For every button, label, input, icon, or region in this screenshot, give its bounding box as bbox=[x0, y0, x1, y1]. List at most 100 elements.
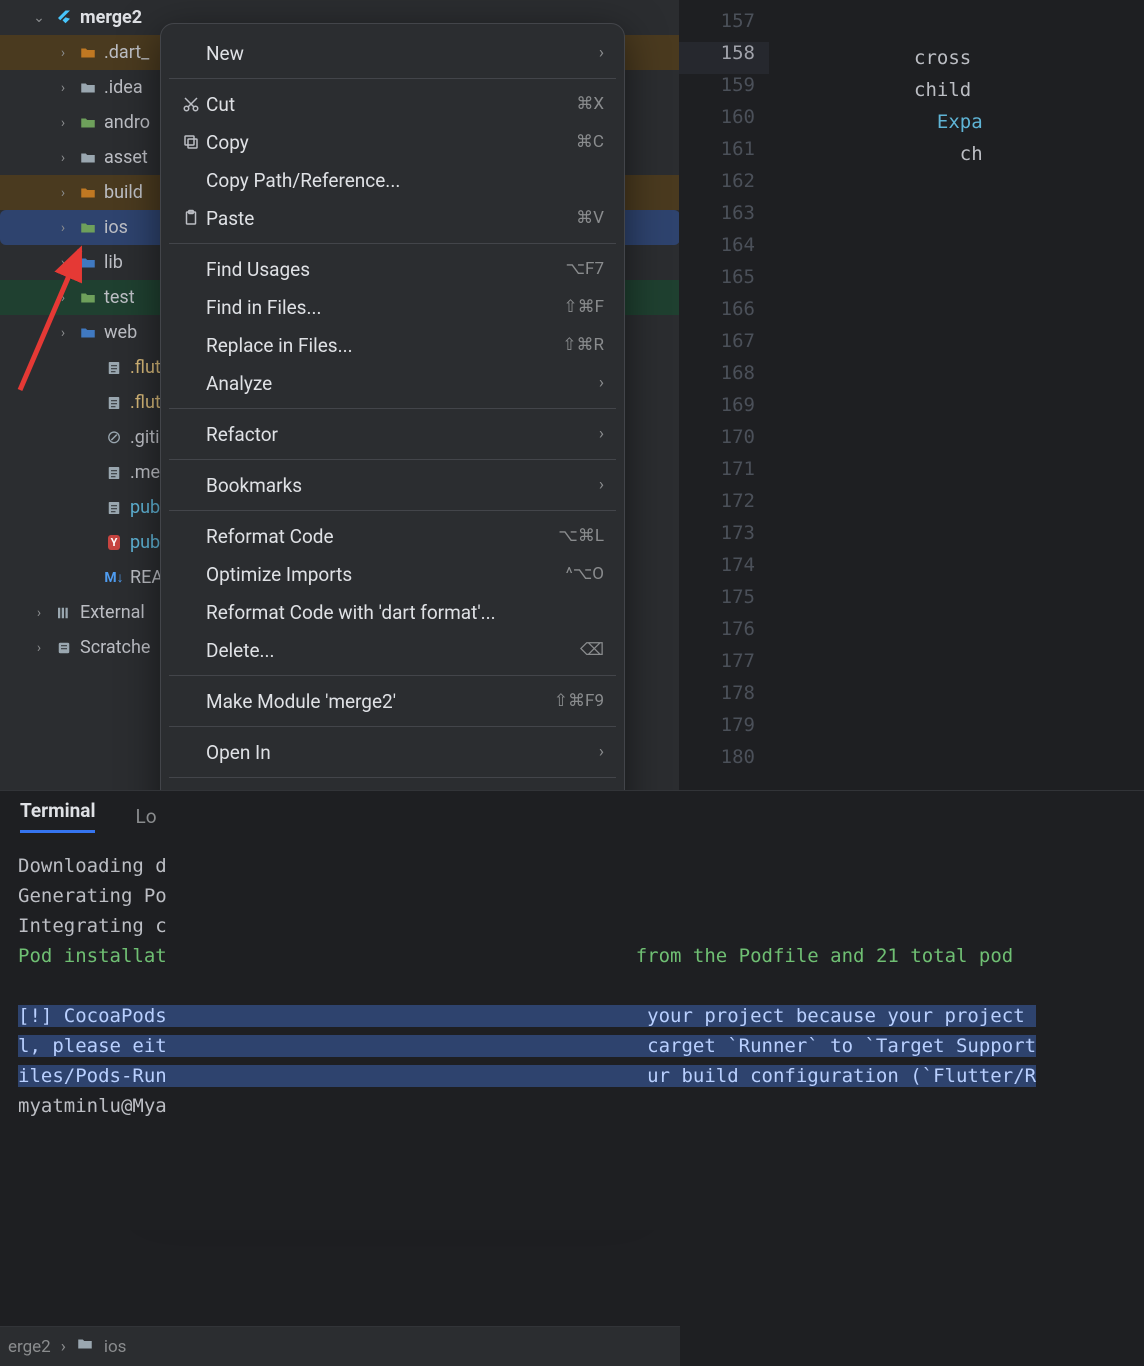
menu-item-icon bbox=[176, 209, 206, 227]
line-number: 163 bbox=[679, 202, 769, 234]
chevron-right-icon: › bbox=[30, 605, 48, 621]
scratches-icon bbox=[54, 639, 74, 657]
code-content: cross child Expa ch bbox=[914, 10, 983, 170]
menu-item-label: Copy bbox=[206, 131, 576, 154]
chevron-right-icon: › bbox=[54, 80, 72, 96]
chevron-right-icon: › bbox=[54, 150, 72, 166]
context-menu-item[interactable]: Cut⌘X bbox=[161, 85, 624, 123]
shortcut-label: ^⌥O bbox=[566, 564, 604, 584]
tree-item-label: .idea bbox=[104, 77, 143, 98]
shortcut-label: ⇧⌘F9 bbox=[554, 691, 604, 711]
folder-icon bbox=[78, 184, 98, 202]
tab-other[interactable]: Lo bbox=[135, 805, 156, 828]
chevron-right-icon: › bbox=[54, 45, 72, 61]
context-menu-item[interactable]: Refactor› bbox=[161, 415, 624, 453]
context-menu-item[interactable]: Open In› bbox=[161, 733, 624, 771]
line-number: 167 bbox=[679, 330, 769, 362]
project-root-label: merge2 bbox=[80, 7, 142, 28]
line-number: 170 bbox=[679, 426, 769, 458]
tree-item-label: .dart_ bbox=[104, 42, 149, 63]
chevron-right-icon: › bbox=[61, 1337, 66, 1357]
context-menu-item[interactable]: Reformat Code⌥⌘L bbox=[161, 517, 624, 555]
line-number: 158 bbox=[679, 42, 769, 74]
file-icon bbox=[104, 464, 124, 482]
tree-item-label: andro bbox=[104, 112, 150, 133]
context-menu-item[interactable]: Optimize Imports^⌥O bbox=[161, 555, 624, 593]
flutter-icon bbox=[54, 9, 74, 27]
file-icon: ⊘ bbox=[104, 427, 124, 448]
folder-icon bbox=[78, 44, 98, 62]
chevron-right-icon: › bbox=[599, 475, 604, 495]
chevron-right-icon: › bbox=[599, 742, 604, 762]
terminal-output[interactable]: Downloading d Generating Po Integrating … bbox=[0, 841, 1144, 1131]
folder-icon bbox=[78, 114, 98, 132]
menu-item-label: Paste bbox=[206, 207, 576, 230]
context-menu-item[interactable]: Delete...⌫ bbox=[161, 631, 624, 669]
menu-item-label: Analyze bbox=[206, 372, 599, 395]
shortcut-label: ⌥F7 bbox=[565, 259, 604, 279]
line-number: 176 bbox=[679, 618, 769, 650]
context-menu-item[interactable]: Find Usages⌥F7 bbox=[161, 250, 624, 288]
external-libraries-label: External bbox=[80, 602, 145, 623]
context-menu-item[interactable]: Make Module 'merge2'⇧⌘F9 bbox=[161, 682, 624, 720]
chevron-right-icon: › bbox=[599, 373, 604, 393]
menu-item-label: Bookmarks bbox=[206, 474, 599, 497]
editor[interactable]: 1571581591601611621631641651661671681691… bbox=[679, 0, 1144, 790]
line-number: 171 bbox=[679, 458, 769, 490]
menu-item-label: Delete... bbox=[206, 639, 580, 662]
scratches-label: Scratche bbox=[80, 637, 150, 658]
menu-item-label: Reformat Code with 'dart format'... bbox=[206, 601, 604, 624]
context-menu-item[interactable]: Analyze› bbox=[161, 364, 624, 402]
shortcut-icon: ⌫ bbox=[580, 640, 604, 660]
shortcut-label: ⌘X bbox=[576, 94, 604, 114]
shortcut-label: ⌥⌘L bbox=[558, 526, 604, 546]
menu-item-label: Make Module 'merge2' bbox=[206, 690, 554, 713]
tree-item-label: asset bbox=[104, 147, 148, 168]
menu-item-label: Reformat Code bbox=[206, 525, 558, 548]
menu-item-label: Cut bbox=[206, 93, 576, 116]
tab-terminal[interactable]: Terminal bbox=[20, 799, 95, 833]
line-number: 175 bbox=[679, 586, 769, 618]
menu-item-label: Replace in Files... bbox=[206, 334, 562, 357]
line-number: 165 bbox=[679, 266, 769, 298]
line-number: 159 bbox=[679, 74, 769, 106]
shortcut-label: ⇧⌘F bbox=[563, 297, 604, 317]
context-menu-item[interactable]: Bookmarks› bbox=[161, 466, 624, 504]
chevron-right-icon: › bbox=[54, 185, 72, 201]
line-number: 168 bbox=[679, 362, 769, 394]
context-menu-item[interactable]: Reformat Code with 'dart format'... bbox=[161, 593, 624, 631]
breadcrumb[interactable]: erge2 › ios bbox=[0, 1326, 680, 1366]
menu-item-label: Optimize Imports bbox=[206, 563, 566, 586]
context-menu-item[interactable]: Copy Path/Reference... bbox=[161, 161, 624, 199]
chevron-right-icon: › bbox=[30, 640, 48, 656]
context-menu-item[interactable]: Replace in Files...⇧⌘R bbox=[161, 326, 624, 364]
line-number: 172 bbox=[679, 490, 769, 522]
line-number: 174 bbox=[679, 554, 769, 586]
yaml-icon: Y bbox=[104, 535, 124, 550]
breadcrumb-segment: ios bbox=[104, 1337, 127, 1357]
library-icon bbox=[54, 604, 74, 622]
line-number: 166 bbox=[679, 298, 769, 330]
folder-icon bbox=[76, 1335, 94, 1358]
tree-item-label: build bbox=[104, 182, 143, 203]
context-menu-item[interactable]: Copy⌘C bbox=[161, 123, 624, 161]
context-menu-item[interactable]: Paste⌘V bbox=[161, 199, 624, 237]
line-number: 169 bbox=[679, 394, 769, 426]
line-number: 178 bbox=[679, 682, 769, 714]
context-menu-item[interactable]: Find in Files...⇧⌘F bbox=[161, 288, 624, 326]
line-number: 160 bbox=[679, 106, 769, 138]
chevron-right-icon: › bbox=[599, 424, 604, 444]
shortcut-label: ⌘C bbox=[576, 132, 604, 152]
context-menu-item[interactable]: New› bbox=[161, 34, 624, 72]
chevron-down-icon: ⌄ bbox=[30, 10, 48, 26]
markdown-icon: M↓ bbox=[104, 569, 124, 586]
menu-item-icon bbox=[176, 95, 206, 113]
editor-gutter: 1571581591601611621631641651661671681691… bbox=[679, 10, 769, 778]
line-number: 180 bbox=[679, 746, 769, 778]
menu-item-label: Find Usages bbox=[206, 258, 565, 281]
line-number: 157 bbox=[679, 10, 769, 42]
menu-item-icon bbox=[176, 133, 206, 151]
menu-item-label: Refactor bbox=[206, 423, 599, 446]
menu-item-label: Copy Path/Reference... bbox=[206, 169, 604, 192]
file-icon bbox=[104, 499, 124, 517]
